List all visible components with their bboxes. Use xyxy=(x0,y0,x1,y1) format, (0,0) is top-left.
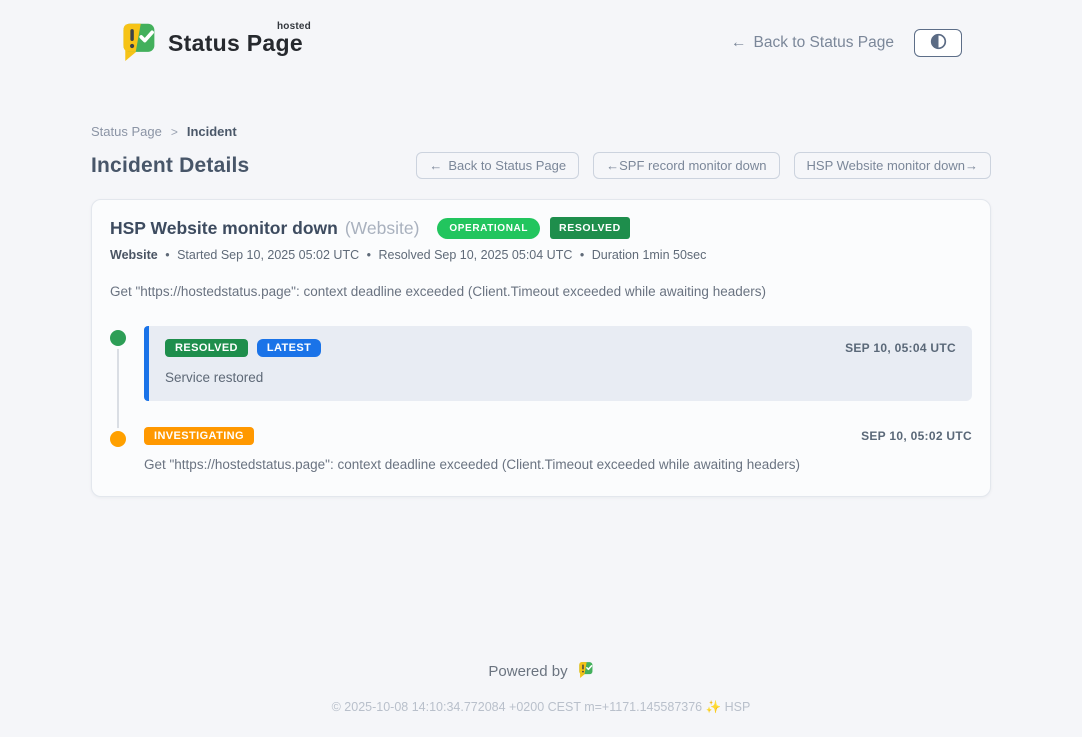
status-page-logo-icon xyxy=(577,660,594,683)
incident-meta: Website • Started Sep 10, 2025 05:02 UTC… xyxy=(110,248,972,262)
incident-description: Get "https://hostedstatus.page": context… xyxy=(110,284,972,299)
breadcrumb-status-page[interactable]: Status Page xyxy=(91,124,162,139)
incident-title-row: HSP Website monitor down (Website) OPERA… xyxy=(110,217,972,239)
status-page-logo-icon xyxy=(118,19,158,68)
title-row: Incident Details ← Back to Status Page ←… xyxy=(91,152,991,179)
incident-scope: (Website) xyxy=(345,218,420,239)
timeline-update-badges: INVESTIGATING xyxy=(144,427,254,445)
incident-card: HSP Website monitor down (Website) OPERA… xyxy=(91,199,991,497)
header-back-link[interactable]: ← Back to Status Page xyxy=(731,34,894,52)
copyright-text: © 2025-10-08 14:10:34.772084 +0200 CEST … xyxy=(0,700,1082,715)
status-dot-resolved-icon xyxy=(110,330,126,346)
meta-duration: Duration 1min 50sec xyxy=(592,248,707,262)
page-title: Incident Details xyxy=(91,154,249,178)
investigating-badge: INVESTIGATING xyxy=(144,427,254,445)
breadcrumb: Status Page > Incident xyxy=(91,124,991,139)
powered-by-label: Powered by xyxy=(488,663,567,680)
arrow-left-icon: ← xyxy=(606,158,619,173)
timeline-update-header: INVESTIGATING SEP 10, 05:02 UTC xyxy=(144,427,972,445)
incident-title: HSP Website monitor down xyxy=(110,218,338,239)
brand-name: Status Pagehosted xyxy=(168,30,307,57)
timeline-update-message: Get "https://hostedstatus.page": context… xyxy=(144,457,972,472)
previous-incident-button[interactable]: ← SPF record monitor down xyxy=(593,152,779,179)
resolved-badge: RESOLVED xyxy=(550,217,630,239)
timeline-update-message: Service restored xyxy=(165,370,956,385)
timeline-update-badges: RESOLVED LATEST xyxy=(165,339,321,357)
timeline-update-investigating: INVESTIGATING SEP 10, 05:02 UTC Get "htt… xyxy=(110,427,972,472)
half-circle-theme-icon xyxy=(930,33,947,53)
footer: Powered by © 2025-10-08 14:10:34.772084 … xyxy=(0,660,1082,737)
header-actions: ← Back to Status Page xyxy=(731,29,962,57)
timeline-update-timestamp: SEP 10, 05:02 UTC xyxy=(861,429,972,443)
timeline-update-card: RESOLVED LATEST SEP 10, 05:04 UTC Servic… xyxy=(144,326,972,401)
back-to-status-page-button[interactable]: ← Back to Status Page xyxy=(416,152,579,179)
meta-started: Started Sep 10, 2025 05:02 UTC xyxy=(177,248,359,262)
meta-component: Website xyxy=(110,248,158,262)
breadcrumb-incident: Incident xyxy=(187,124,237,139)
timeline-update-resolved: RESOLVED LATEST SEP 10, 05:04 UTC Servic… xyxy=(110,326,972,401)
arrow-left-icon: ← xyxy=(429,158,442,173)
timeline-update-card: INVESTIGATING SEP 10, 05:02 UTC Get "htt… xyxy=(144,427,972,472)
timeline-update-timestamp: SEP 10, 05:04 UTC xyxy=(845,341,956,355)
brand-logo[interactable]: Status Pagehosted xyxy=(118,19,307,68)
powered-by: Powered by xyxy=(488,660,593,683)
next-incident-button[interactable]: HSP Website monitor down → xyxy=(794,152,991,179)
resolved-badge: RESOLVED xyxy=(165,339,248,357)
breadcrumb-separator: > xyxy=(171,125,178,139)
main-content: Status Page > Incident Incident Details … xyxy=(91,72,991,497)
incident-nav-buttons: ← Back to Status Page ← SPF record monit… xyxy=(416,152,991,179)
timeline-connector-line xyxy=(117,344,119,432)
status-dot-investigating-icon xyxy=(110,431,126,447)
incident-status-badges: OPERATIONAL RESOLVED xyxy=(437,217,629,239)
theme-toggle-button[interactable] xyxy=(914,29,962,57)
timeline-update-header: RESOLVED LATEST SEP 10, 05:04 UTC xyxy=(165,339,956,357)
arrow-right-icon: → xyxy=(965,158,978,173)
operational-badge: OPERATIONAL xyxy=(437,218,540,239)
meta-resolved: Resolved Sep 10, 2025 05:04 UTC xyxy=(378,248,572,262)
incident-timeline: RESOLVED LATEST SEP 10, 05:04 UTC Servic… xyxy=(110,326,972,472)
header: Status Pagehosted ← Back to Status Page xyxy=(0,0,1082,72)
arrow-left-icon: ← xyxy=(731,34,747,52)
latest-badge: LATEST xyxy=(257,339,321,357)
brand-superscript: hosted xyxy=(277,21,311,32)
